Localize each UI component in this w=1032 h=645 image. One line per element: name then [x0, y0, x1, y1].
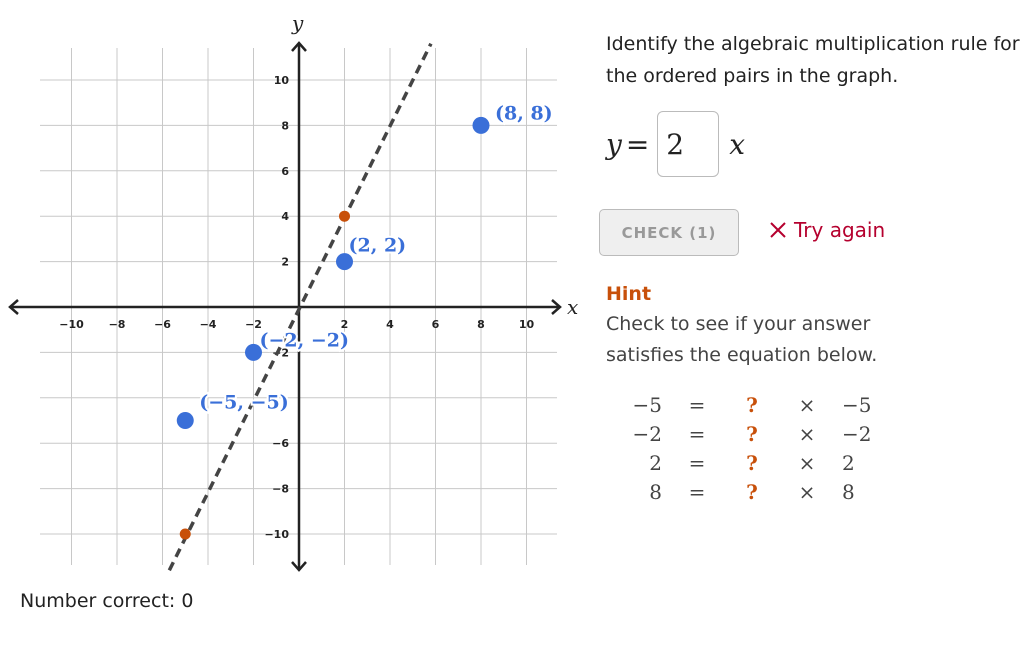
equation: y = x — [606, 110, 745, 178]
hint-equations: −5 =? × −5 −2 =? × −2 2 =? × 2 8 =? × 8 — [612, 390, 892, 506]
x-tick-label: −10 — [59, 318, 84, 331]
y-tick-label: −8 — [272, 483, 289, 496]
hint-row: 2 =? × 2 — [612, 448, 892, 477]
y-tick-label: −6 — [272, 437, 289, 450]
data-point-label: (−5, −5) — [199, 392, 289, 414]
y-axis-label: y — [291, 11, 304, 35]
x-tick-label: 8 — [477, 318, 485, 331]
x-icon — [770, 222, 786, 238]
x-tick-label: 4 — [386, 318, 394, 331]
feedback-message: Try again — [768, 218, 885, 242]
hint-cell-x: 2 — [842, 450, 855, 475]
hint-row: −5 =? × −5 — [612, 390, 892, 419]
prompt-text: Identify the algebraic multiplication ru… — [606, 33, 1020, 87]
hint-cell-x: −2 — [842, 421, 872, 446]
equation-equals: = — [625, 127, 650, 161]
hint-cell-x: 8 — [842, 479, 855, 504]
guess-point — [179, 528, 191, 540]
hint-cell-y: 2 — [649, 450, 662, 475]
x-tick-label: 10 — [519, 318, 535, 331]
y-tick-label: 10 — [274, 74, 290, 87]
coordinate-graph: xy−10 −8 −6 −4 −2 2 4 6 8 10108642−2−6−8−10(−5, −… — [8, 11, 578, 572]
hint-row: −2 =? × −2 — [612, 419, 892, 448]
hint-cell-y: −5 — [632, 392, 662, 417]
x-tick-label: −6 — [154, 318, 171, 331]
hint-cell-eq: = — [688, 450, 706, 475]
hint-cell-times: × — [798, 479, 816, 504]
hint-text: Check to see if your answer satisfies th… — [606, 313, 878, 366]
hint-cell-times: × — [798, 450, 816, 475]
y-tick-label: 4 — [281, 210, 289, 223]
hint-cell-y: 8 — [649, 479, 662, 504]
y-tick-label: 2 — [281, 256, 289, 269]
hint-cell-q: ? — [746, 421, 758, 446]
y-tick-label: 6 — [281, 165, 289, 178]
y-tick-label: −10 — [264, 528, 289, 541]
hint-cell-y: −2 — [632, 421, 662, 446]
hint-cell-q: ? — [746, 450, 758, 475]
score-text: Number correct: 0 — [20, 590, 194, 612]
hint-title: Hint — [606, 283, 652, 305]
x-tick-label: 6 — [432, 318, 440, 331]
x-tick-label: −8 — [109, 318, 126, 331]
check-button[interactable]: CHECK (1) — [599, 209, 739, 256]
hint-cell-x: −5 — [842, 392, 872, 417]
guess-point — [339, 210, 350, 222]
x-axis-label: x — [567, 295, 578, 319]
feedback-text: Try again — [794, 218, 886, 242]
equation-rhs: x — [729, 127, 746, 161]
hint-cell-times: × — [798, 392, 816, 417]
data-point-label: (2, 2) — [349, 235, 407, 257]
hint-cell-q: ? — [746, 479, 758, 504]
hint-cell-times: × — [798, 421, 816, 446]
hint-cell-eq: = — [688, 421, 706, 446]
hint-row: 8 =? × 8 — [612, 477, 892, 506]
hint-cell-eq: = — [688, 392, 706, 417]
data-point — [176, 412, 194, 429]
multiplier-input[interactable] — [657, 111, 720, 177]
equation-lhs: y — [606, 127, 622, 161]
hint-cell-eq: = — [688, 479, 706, 504]
data-point-label: (8, 8) — [495, 102, 553, 124]
hint-cell-q: ? — [746, 392, 758, 417]
y-tick-label: 8 — [281, 119, 289, 132]
data-point-label: (−2, −2) — [260, 329, 350, 351]
data-point — [472, 116, 490, 134]
x-tick-label: −4 — [200, 318, 217, 331]
